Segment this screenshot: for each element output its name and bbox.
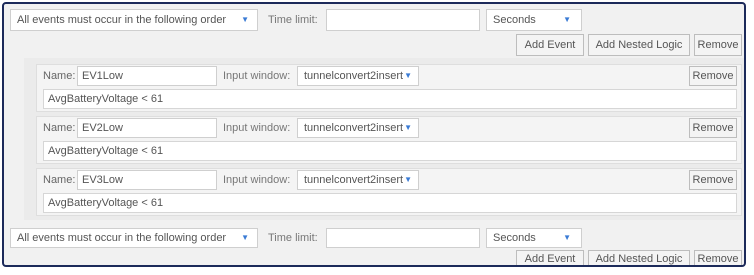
event-name-input[interactable]: EV2Low (77, 118, 217, 138)
chevron-down-icon: ▼ (404, 71, 412, 80)
add-event-button[interactable]: Add Event (516, 34, 584, 56)
add-nested-logic-button[interactable]: Add Nested Logic (588, 34, 690, 56)
chevron-down-icon: ▼ (404, 175, 412, 184)
remove-event-button[interactable]: Remove (689, 118, 737, 138)
event-row: Name: EV2Low Input window: tunnelconvert… (36, 116, 742, 164)
event-row: Name: EV1Low Input window: tunnelconvert… (36, 64, 742, 112)
input-window-select[interactable]: tunnelconvert2insert ▼ (297, 170, 419, 190)
input-window-label: Input window: (223, 174, 291, 186)
remove-event-button[interactable]: Remove (689, 66, 737, 86)
event-name-label: Name: (43, 122, 76, 134)
event-condition-input[interactable]: AvgBatteryVoltage < 61 (43, 89, 737, 109)
time-limit-input[interactable] (326, 9, 480, 31)
input-window-value: tunnelconvert2insert (304, 70, 404, 82)
remove-group-button[interactable]: Remove (694, 250, 742, 265)
input-window-label: Input window: (223, 70, 291, 82)
add-nested-logic-button[interactable]: Add Nested Logic (588, 250, 690, 265)
remove-group-button[interactable]: Remove (694, 34, 742, 56)
event-name-input[interactable]: EV3Low (77, 170, 217, 190)
order-select-value: All events must occur in the following o… (17, 232, 227, 244)
input-window-select[interactable]: tunnelconvert2insert ▼ (297, 66, 419, 86)
time-unit-select[interactable]: Seconds ▼ (486, 228, 582, 248)
input-window-value: tunnelconvert2insert (304, 122, 404, 134)
chevron-down-icon: ▼ (404, 123, 412, 132)
remove-event-button[interactable]: Remove (689, 170, 737, 190)
order-select[interactable]: All events must occur in the following o… (10, 9, 258, 31)
event-name-label: Name: (43, 70, 76, 82)
order-select[interactable]: All events must occur in the following o… (10, 228, 258, 248)
event-name-input[interactable]: EV1Low (77, 66, 217, 86)
input-window-label: Input window: (223, 122, 291, 134)
time-limit-label: Time limit: (268, 232, 318, 244)
time-limit-input[interactable] (326, 228, 480, 248)
input-window-value: tunnelconvert2insert (304, 174, 404, 186)
event-condition-input[interactable]: AvgBatteryVoltage < 61 (43, 193, 737, 213)
event-logic-panel: All events must occur in the following o… (2, 2, 746, 267)
input-window-select[interactable]: tunnelconvert2insert ▼ (297, 118, 419, 138)
chevron-down-icon: ▼ (563, 15, 571, 24)
time-unit-value: Seconds (493, 14, 536, 26)
time-unit-select[interactable]: Seconds ▼ (486, 9, 582, 31)
chevron-down-icon: ▼ (563, 233, 571, 242)
add-event-button[interactable]: Add Event (516, 250, 584, 265)
chevron-down-icon: ▼ (241, 233, 249, 242)
order-select-value: All events must occur in the following o… (17, 14, 227, 26)
time-limit-label: Time limit: (268, 14, 318, 26)
time-unit-value: Seconds (493, 232, 536, 244)
chevron-down-icon: ▼ (241, 15, 249, 24)
event-row: Name: EV3Low Input window: tunnelconvert… (36, 168, 742, 216)
event-name-label: Name: (43, 174, 76, 186)
event-condition-input[interactable]: AvgBatteryVoltage < 61 (43, 141, 737, 161)
